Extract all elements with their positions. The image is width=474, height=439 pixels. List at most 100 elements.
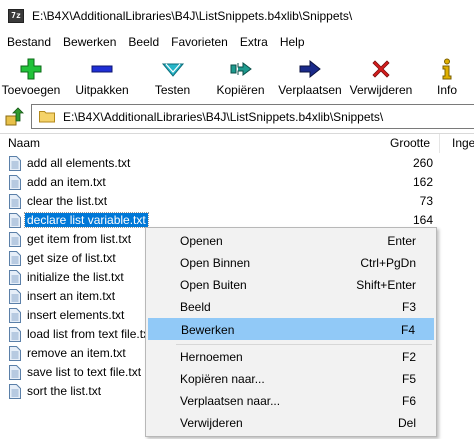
menu-item-label: Kopiëren naar... bbox=[180, 372, 265, 386]
menu-item-open[interactable]: Openen Enter bbox=[148, 230, 434, 252]
menu-item-shortcut: F5 bbox=[401, 372, 416, 386]
file-name: insert elements.txt bbox=[27, 308, 125, 322]
file-size: 162 bbox=[412, 175, 433, 189]
info-button[interactable]: Info bbox=[420, 55, 474, 101]
menu-item-rename[interactable]: Hernoemen F2 bbox=[148, 346, 434, 368]
file-row[interactable]: add all elements.txt 260 bbox=[0, 154, 474, 173]
text-file-icon bbox=[9, 156, 21, 171]
minus-icon bbox=[91, 57, 113, 81]
menu-item-label: Hernoemen bbox=[180, 350, 243, 364]
menu-item-shortcut: F2 bbox=[401, 350, 416, 364]
menu-beeld[interactable]: Beeld bbox=[122, 35, 165, 49]
menu-item-open-inside[interactable]: Open Binnen Ctrl+PgDn bbox=[148, 252, 434, 274]
text-file-icon bbox=[9, 251, 21, 266]
menu-bestand[interactable]: Bestand bbox=[1, 35, 57, 49]
extract-button-label: Uitpakken bbox=[75, 83, 129, 97]
menu-item-shortcut: Ctrl+PgDn bbox=[360, 256, 416, 270]
check-arrow-icon bbox=[161, 57, 185, 81]
file-size: 164 bbox=[412, 213, 433, 227]
move-arrow-icon bbox=[298, 57, 322, 81]
file-name: clear the list.txt bbox=[27, 194, 108, 208]
info-button-label: Info bbox=[436, 83, 457, 97]
file-name: sort the list.txt bbox=[27, 384, 102, 398]
menu-bewerken[interactable]: Bewerken bbox=[57, 35, 122, 49]
file-row[interactable]: clear the list.txt 73 bbox=[0, 192, 474, 211]
menu-item-copy-to[interactable]: Kopiëren naar... F5 bbox=[148, 368, 434, 390]
toolbar: Toevoegen Uitpakken Testen Kopiëren Verp… bbox=[0, 55, 474, 101]
text-file-icon bbox=[9, 327, 21, 342]
file-name: remove an item.txt bbox=[27, 346, 126, 360]
delete-button-label: Verwijderen bbox=[349, 83, 413, 97]
column-divider[interactable] bbox=[439, 134, 440, 153]
menu-item-shortcut: Shift+Enter bbox=[356, 278, 416, 292]
app-logo-icon: 7z bbox=[8, 8, 24, 23]
text-file-icon bbox=[9, 346, 21, 361]
menu-favorieten[interactable]: Favorieten bbox=[165, 35, 234, 49]
delete-button[interactable]: Verwijderen bbox=[342, 55, 420, 101]
move-button-label: Verplaatsen bbox=[278, 83, 342, 97]
menu-item-shortcut: F3 bbox=[401, 300, 416, 314]
menu-bar: Bestand Bewerken Beeld Favorieten Extra … bbox=[0, 31, 474, 53]
column-name-header[interactable]: Naam bbox=[8, 136, 40, 150]
menu-item-move-to[interactable]: Verplaatsen naar... F6 bbox=[148, 390, 434, 412]
copy-arrow-icon bbox=[229, 57, 253, 81]
menu-help[interactable]: Help bbox=[274, 35, 311, 49]
context-menu: Openen Enter Open Binnen Ctrl+PgDn Open … bbox=[145, 227, 437, 437]
text-file-icon bbox=[9, 289, 21, 304]
menu-item-view[interactable]: Beeld F3 bbox=[148, 296, 434, 318]
file-name: load list from text file.txt bbox=[27, 327, 153, 341]
column-size-header[interactable]: Grootte bbox=[390, 136, 430, 150]
text-file-icon bbox=[9, 384, 21, 399]
test-button[interactable]: Testen bbox=[142, 55, 203, 101]
menu-item-label: Open Buiten bbox=[180, 278, 247, 292]
window-title: E:\B4X\AdditionalLibraries\B4J\ListSnipp… bbox=[32, 8, 353, 23]
add-button[interactable]: Toevoegen bbox=[0, 55, 62, 101]
plus-icon bbox=[20, 57, 42, 81]
title-bar: 7z E:\B4X\AdditionalLibraries\B4J\ListSn… bbox=[0, 0, 474, 31]
menu-item-edit[interactable]: Bewerken F4 bbox=[148, 318, 434, 340]
text-file-icon bbox=[9, 308, 21, 323]
file-name: get size of list.txt bbox=[27, 251, 116, 265]
text-file-icon bbox=[9, 365, 21, 380]
address-bar: E:\B4X\AdditionalLibraries\B4J\ListSnipp… bbox=[0, 102, 474, 132]
file-name: add all elements.txt bbox=[27, 156, 131, 170]
folder-up-button[interactable] bbox=[1, 104, 27, 130]
list-header: Naam Grootte Inge bbox=[0, 133, 474, 153]
text-file-icon bbox=[9, 213, 21, 228]
menu-item-label: Verwijderen bbox=[180, 416, 243, 430]
address-field[interactable]: E:\B4X\AdditionalLibraries\B4J\ListSnipp… bbox=[31, 104, 474, 129]
info-icon bbox=[439, 57, 455, 81]
menu-item-label: Verplaatsen naar... bbox=[180, 394, 281, 408]
folder-icon bbox=[39, 110, 55, 123]
menu-item-shortcut: Enter bbox=[387, 234, 416, 248]
menu-item-label: Beeld bbox=[180, 300, 211, 314]
move-button[interactable]: Verplaatsen bbox=[278, 55, 342, 101]
file-name: get item from list.txt bbox=[27, 232, 132, 246]
text-file-icon bbox=[9, 194, 21, 209]
add-button-label: Toevoegen bbox=[1, 83, 61, 97]
file-name: insert an item.txt bbox=[27, 289, 116, 303]
file-size: 73 bbox=[419, 194, 433, 208]
menu-item-label: Openen bbox=[180, 234, 223, 248]
file-row[interactable]: add an item.txt 162 bbox=[0, 173, 474, 192]
text-file-icon bbox=[9, 175, 21, 190]
test-button-label: Testen bbox=[154, 83, 191, 97]
menu-item-label: Bewerken bbox=[181, 323, 235, 337]
menu-item-open-outside[interactable]: Open Buiten Shift+Enter bbox=[148, 274, 434, 296]
folder-up-icon bbox=[5, 107, 24, 126]
menu-separator bbox=[176, 344, 432, 345]
text-file-icon bbox=[9, 232, 21, 247]
file-size: 260 bbox=[412, 156, 433, 170]
copy-button-label: Kopiëren bbox=[216, 83, 265, 97]
extract-button[interactable]: Uitpakken bbox=[62, 55, 142, 101]
delete-x-icon bbox=[370, 57, 392, 81]
text-file-icon bbox=[9, 270, 21, 285]
menu-item-shortcut: F6 bbox=[401, 394, 416, 408]
copy-button[interactable]: Kopiëren bbox=[203, 55, 278, 101]
column-packed-header[interactable]: Inge bbox=[452, 136, 474, 150]
address-path: E:\B4X\AdditionalLibraries\B4J\ListSnipp… bbox=[63, 109, 384, 124]
menu-item-label: Open Binnen bbox=[180, 256, 251, 270]
menu-item-delete[interactable]: Verwijderen Del bbox=[148, 412, 434, 434]
menu-extra[interactable]: Extra bbox=[234, 35, 274, 49]
file-name: declare list variable.txt bbox=[24, 212, 149, 228]
